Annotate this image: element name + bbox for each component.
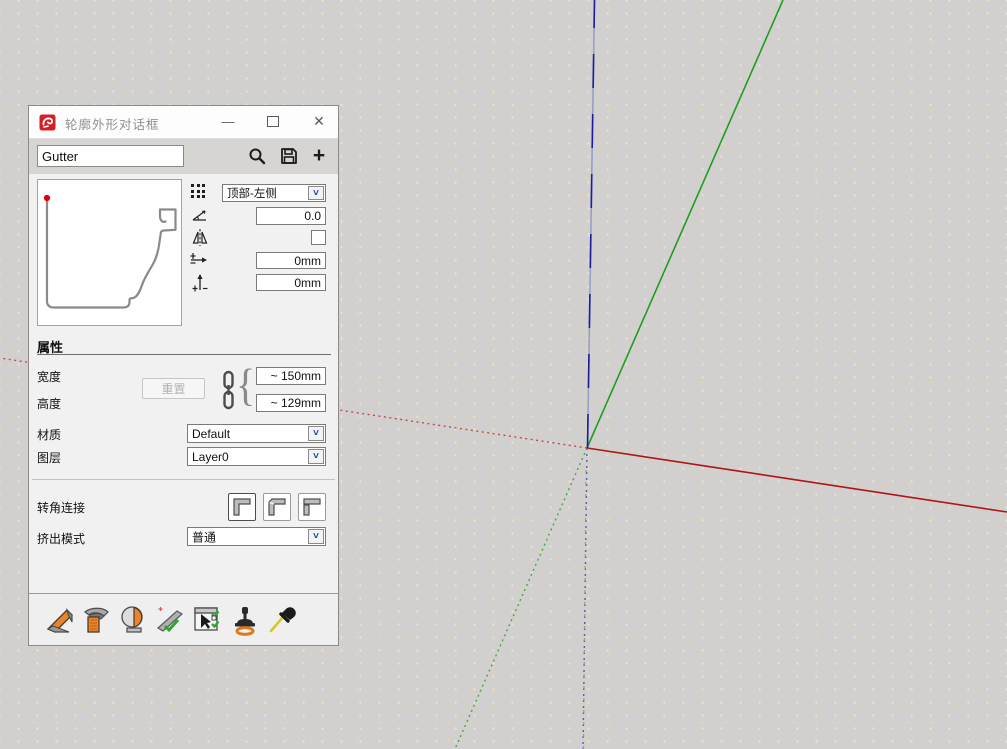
- extrude-mode-select[interactable]: 普通 ˅: [187, 527, 326, 546]
- butt-joint-corner-icon: [303, 498, 321, 516]
- revolve-icon: [121, 605, 143, 633]
- corner-butt-button[interactable]: [298, 493, 326, 521]
- reset-button[interactable]: 重置: [142, 378, 205, 399]
- offset-x-input[interactable]: [256, 252, 326, 269]
- tool-row: [29, 594, 338, 645]
- profile-search-input[interactable]: [37, 145, 184, 167]
- sweep-solid-tool-button[interactable]: [43, 603, 77, 637]
- layer-value: Layer0: [192, 449, 229, 464]
- stamp-tool-button[interactable]: [228, 603, 262, 637]
- gutter-profile-drawing: [43, 194, 177, 309]
- flip-checkbox[interactable]: [311, 230, 326, 245]
- corner-welded-button[interactable]: [228, 493, 256, 521]
- green-axis-solid: [586, 0, 784, 449]
- link-dimensions-icon[interactable]: [222, 370, 235, 410]
- profile-search-toolbar: +: [29, 139, 338, 175]
- mitered-corner-icon: [268, 498, 286, 516]
- anchor-position-select[interactable]: 顶部-左侧 ˅: [222, 184, 326, 202]
- save-icon[interactable]: [280, 147, 298, 165]
- anchor-point-marker: [43, 194, 51, 202]
- follow-path-icon: [84, 607, 109, 633]
- blue-axis-dotted: [582, 447, 588, 749]
- brace-glyph: {: [236, 358, 256, 411]
- chevron-down-icon[interactable]: ˅: [308, 426, 324, 441]
- properties-divider: [37, 354, 331, 355]
- width-label: 宽度: [37, 370, 62, 384]
- dialog-title: 轮廓外形对话框: [65, 118, 160, 132]
- stamp-icon: [235, 606, 255, 636]
- close-button[interactable]: ✕: [310, 112, 328, 130]
- sweep-solid-icon: [46, 607, 73, 633]
- section-divider: [32, 479, 335, 480]
- dialog-titlebar[interactable]: 轮廓外形对话框 — ✕: [29, 106, 338, 139]
- material-label: 材质: [37, 428, 62, 442]
- follow-path-tool-button[interactable]: [80, 603, 114, 637]
- chevron-down-icon[interactable]: ˅: [308, 529, 324, 544]
- anchor-position-value: 顶部-左侧: [227, 188, 277, 200]
- validate-profile-tool-button[interactable]: [154, 603, 188, 637]
- revolve-tool-button[interactable]: [117, 603, 151, 637]
- width-input[interactable]: [256, 367, 326, 385]
- maximize-button[interactable]: [264, 112, 282, 130]
- horizontal-offset-icon: [190, 253, 207, 264]
- apply-to-selection-icon: [194, 606, 220, 631]
- rotation-input[interactable]: [256, 207, 326, 225]
- chevron-down-icon[interactable]: ˅: [308, 449, 324, 464]
- layer-select[interactable]: Layer0 ˅: [187, 447, 326, 466]
- flip-mirror-icon: [192, 229, 208, 246]
- offset-y-input[interactable]: [256, 274, 326, 291]
- anchor-grid-icon[interactable]: [191, 184, 207, 200]
- profile-dialog: 轮廓外形对话框 — ✕ + 顶: [28, 105, 339, 646]
- corner-connection-label: 转角连接: [37, 501, 86, 515]
- validate-profile-icon: [156, 606, 184, 632]
- apply-to-selection-tool-button[interactable]: [191, 603, 225, 637]
- eyedropper-tool-button[interactable]: [265, 603, 299, 637]
- dialog-content: 顶部-左侧 ˅ 0.0 0mm 0mm 属性 宽度 高度 重置 {~ 150m…: [29, 174, 338, 645]
- minimize-button[interactable]: —: [219, 112, 237, 130]
- extrude-mode-value: 普通: [192, 530, 217, 544]
- app-logo-icon: [39, 114, 56, 131]
- material-value: Default: [192, 426, 231, 441]
- add-profile-icon[interactable]: +: [310, 145, 328, 166]
- material-select[interactable]: Default ˅: [187, 424, 326, 443]
- eyedropper-icon: [269, 606, 296, 632]
- extrude-mode-label: 挤出模式: [37, 532, 86, 546]
- green-axis-dotted: [454, 447, 588, 749]
- welded-corner-icon: [233, 498, 251, 516]
- profile-preview[interactable]: [37, 179, 182, 326]
- maximize-icon: [267, 115, 279, 127]
- search-icon[interactable]: [248, 147, 266, 165]
- height-label: 高度: [37, 397, 62, 411]
- layer-label: 图层: [37, 451, 62, 465]
- rotation-angle-icon: [192, 210, 206, 221]
- red-axis-solid: [586, 447, 1007, 513]
- chevron-down-icon[interactable]: ˅: [308, 186, 324, 200]
- height-input[interactable]: [256, 394, 326, 412]
- corner-mitered-button[interactable]: [263, 493, 291, 521]
- vertical-offset-icon: [192, 274, 208, 292]
